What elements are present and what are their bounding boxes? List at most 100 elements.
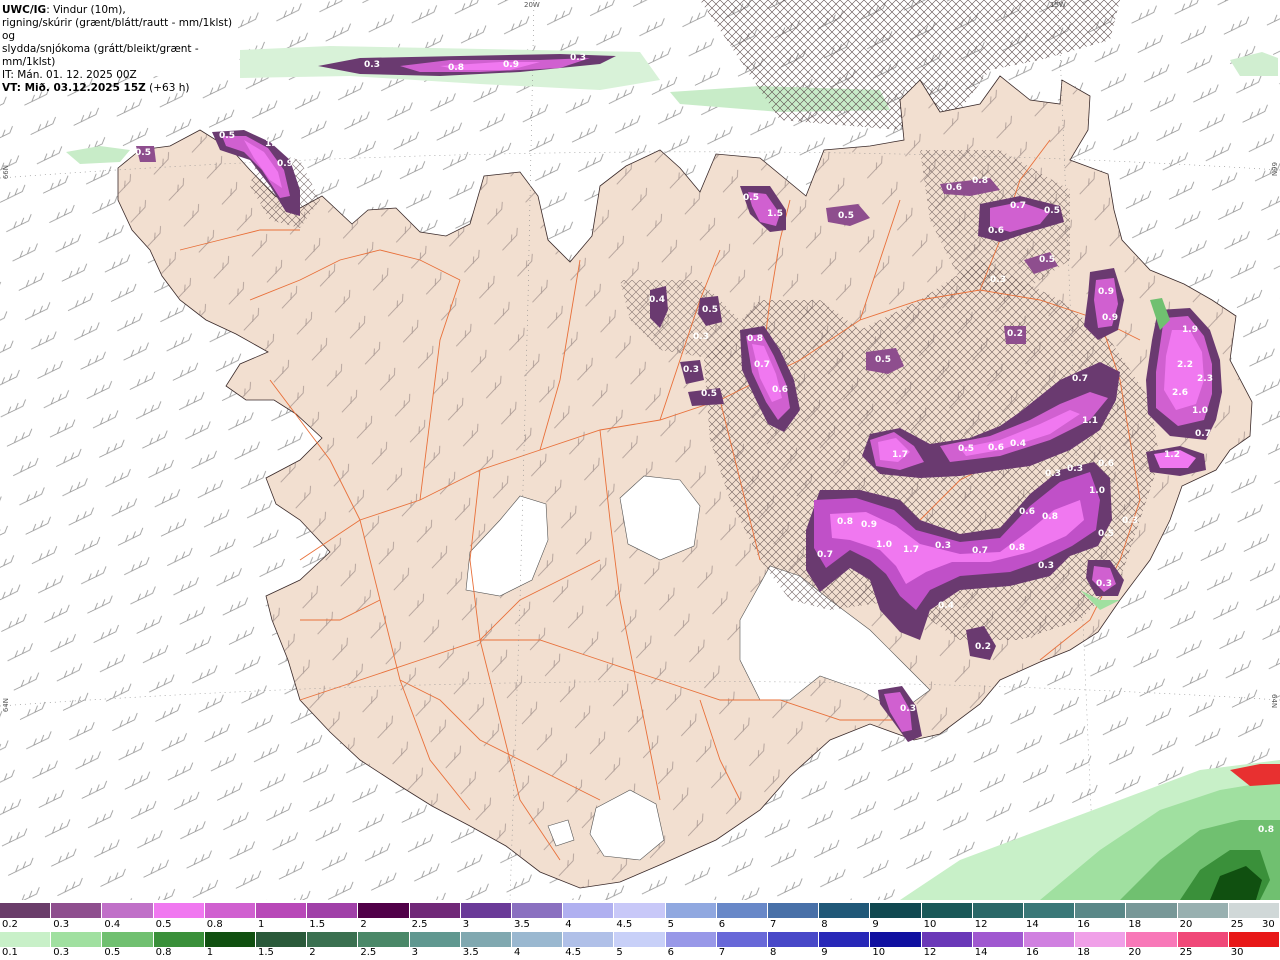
legend-label: 3.5 xyxy=(462,947,479,958)
legend-swatch xyxy=(819,903,871,918)
precip-value-label: 0.6 xyxy=(1019,507,1035,517)
lat-label-64n-left: 64N xyxy=(2,698,10,713)
legend-swatch xyxy=(972,903,1024,918)
legend-swatch xyxy=(51,932,103,947)
precip-value-label: 0.3 xyxy=(693,332,709,342)
precip-value-label: 0.8 xyxy=(972,176,988,186)
precip-value-label: 0.5 xyxy=(743,193,759,203)
legend-swatch xyxy=(1126,903,1178,918)
precip-value-label: 0.6 xyxy=(1098,459,1114,469)
legend-swatch xyxy=(102,932,154,947)
precip-value-label: 0.5 xyxy=(219,131,235,141)
legend-label: 0.2 xyxy=(2,919,18,930)
legend-swatch xyxy=(1024,932,1076,947)
legend-label: 0.3 xyxy=(53,947,70,958)
precip-value-label: 0.8 xyxy=(747,334,763,344)
precip-value-label: 0.3 xyxy=(1067,464,1083,474)
header-line-1: UWC/IG: Vindur (10m), xyxy=(2,4,238,17)
legend-swatch xyxy=(870,903,922,918)
legend-label: 16 xyxy=(1026,947,1039,958)
legend-swatch xyxy=(460,903,512,918)
precip-value-label: 0.3 xyxy=(1045,469,1061,479)
legend-label: 12 xyxy=(923,947,937,958)
legend-swatch xyxy=(512,903,564,918)
legend-label: 25 xyxy=(1230,919,1244,930)
precip-value-label: 1.0 xyxy=(876,540,892,550)
legend-swatch xyxy=(153,903,205,918)
legend-swatch xyxy=(1024,903,1076,918)
precip-value-label: 1.2 xyxy=(265,139,281,149)
map-header: UWC/IG: Vindur (10m), rigning/skúrir (gr… xyxy=(0,0,238,94)
precip-value-label: 0.5 xyxy=(875,355,891,365)
legend-swatch xyxy=(768,932,820,947)
legend-label: 2.5 xyxy=(411,919,428,930)
precip-value-label: 0.3 xyxy=(1122,516,1138,526)
legend-swatch xyxy=(665,903,717,918)
precip-value-label: 0.8 xyxy=(1258,825,1274,835)
precip-value-label: 0.3 xyxy=(935,541,951,551)
precip-value-label: 0.7 xyxy=(1010,201,1026,211)
header-line-1-rest: : Vindur (10m), xyxy=(46,4,126,16)
legend-rain-swatches xyxy=(0,932,1280,947)
precip-value-label: 0.3 xyxy=(1038,561,1054,571)
legend-label: 10 xyxy=(872,947,886,958)
precip-value-label: 0.7 xyxy=(817,550,833,560)
legend-label: 0.4 xyxy=(104,919,121,930)
precip-value-label: 0.8 xyxy=(837,517,853,527)
legend-label: 16 xyxy=(1077,919,1090,930)
legend-swatch xyxy=(102,903,154,918)
legend-label: 0.8 xyxy=(155,947,172,958)
weather-map: 0.3 0.8 0.9 0.3 0.5 1.2 0.9 0.5 0.5 1.5 0.5 0.6 0.8 0… xyxy=(0,0,1280,900)
legend-label: 0.1 xyxy=(2,947,18,958)
precip-value-label: 0.7 xyxy=(972,546,988,556)
legend-label: 8 xyxy=(821,919,828,930)
legend-label: 9 xyxy=(821,947,828,958)
legend-swatch xyxy=(307,903,359,918)
legend-swatch xyxy=(204,903,256,918)
lon-label-20w: 20W xyxy=(524,1,540,9)
color-legend: 0.2 0.3 0.4 0.5 0.8 1 1.5 2 2.5 3 3.5 4 4.5 5 6 7 8 9 10 12… xyxy=(0,901,1280,960)
precip-value-label: 0.5 xyxy=(838,211,854,221)
legend-label: 2 xyxy=(360,919,367,930)
legend-swatch xyxy=(1126,932,1178,947)
legend-snow-labels: 0.2 0.3 0.4 0.5 0.8 1 1.5 2 2.5 3 3.5 4 4.5 5 6 7 8 9 10 12… xyxy=(0,919,1280,932)
precip-value-label: 1.2 xyxy=(1164,450,1180,460)
precip-value-label: 1.7 xyxy=(903,545,919,555)
precip-value-label: 2.2 xyxy=(1177,360,1193,370)
legend-swatch xyxy=(768,903,820,918)
legend-label: 0.5 xyxy=(104,947,121,958)
legend-swatch xyxy=(460,932,512,947)
legend-label: 6 xyxy=(667,947,674,958)
precip-value-label: 0.5 xyxy=(1039,255,1055,265)
legend-swatch xyxy=(563,932,615,947)
precip-value-label: 0.5 xyxy=(1098,529,1114,539)
header-line-5-rest: (+63 h) xyxy=(145,82,190,94)
legend-swatch xyxy=(409,903,461,918)
precip-value-label: 0.3 xyxy=(1096,579,1112,589)
precip-value-label: 0.3 xyxy=(570,53,586,63)
precip-value-label: 0.5 xyxy=(702,305,718,315)
legend-label: 0.3 xyxy=(53,919,70,930)
precip-value-label: 0.2 xyxy=(1007,329,1023,339)
precip-value-label: 0.3 xyxy=(364,60,380,70)
precip-value-label: 2.3 xyxy=(1197,374,1213,384)
precip-value-label: 0.5 xyxy=(135,148,151,158)
header-line-4: IT: Mán. 01. 12. 2025 00Z xyxy=(2,69,137,81)
legend-swatch xyxy=(614,932,666,947)
precip-value-label: 1.7 xyxy=(892,450,908,460)
legend-swatch xyxy=(870,932,922,947)
header-valid-time: VT: Mið. 03.12.2025 15Z xyxy=(2,82,146,94)
legend-swatch xyxy=(665,932,717,947)
legend-label: 30 xyxy=(1230,947,1244,958)
legend-label: 10 xyxy=(923,919,937,930)
legend-swatch xyxy=(153,932,205,947)
legend-label: 14 xyxy=(974,947,988,958)
legend-swatch xyxy=(1075,903,1127,918)
legend-label: 5 xyxy=(616,947,623,958)
legend-swatch xyxy=(0,932,52,947)
precip-value-label: 1.1 xyxy=(1082,416,1098,426)
legend-swatch xyxy=(409,932,461,947)
legend-label: 18 xyxy=(1128,919,1142,930)
precip-value-label: 0.3 xyxy=(683,365,699,375)
precip-value-label: 0.7 xyxy=(754,360,770,370)
